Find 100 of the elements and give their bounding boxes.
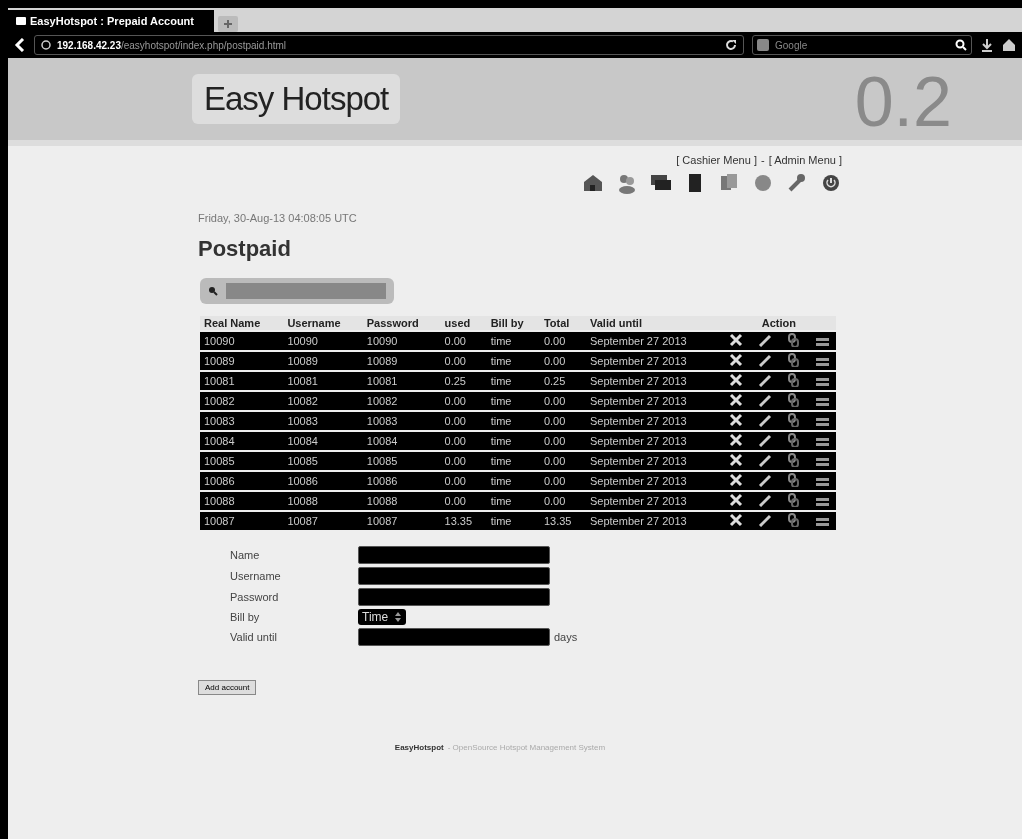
pencil-icon[interactable] [757, 413, 772, 427]
new-tab-icon[interactable] [218, 16, 238, 32]
delete-icon[interactable] [729, 353, 743, 367]
menu-link[interactable]: [ Cashier Menu ] [676, 154, 757, 166]
house-icon[interactable] [582, 172, 604, 194]
input-field[interactable] [358, 628, 550, 646]
chain-icon[interactable] [786, 513, 801, 527]
wrench-icon[interactable] [786, 172, 808, 194]
reload-icon[interactable] [725, 39, 737, 51]
chain-icon[interactable] [786, 353, 801, 367]
table-cell: 0.00 [539, 472, 586, 490]
chain-icon[interactable] [786, 413, 801, 427]
pencil-icon[interactable] [757, 473, 772, 487]
table-cell: 0.00 [539, 332, 586, 350]
table-cell: September 27 2013 [586, 352, 722, 370]
pencil-icon[interactable] [757, 433, 772, 447]
pencil-icon[interactable] [757, 333, 772, 347]
delete-icon[interactable] [729, 493, 743, 507]
delete-icon[interactable] [729, 453, 743, 467]
input-field[interactable] [358, 546, 550, 564]
menu-link[interactable]: [ Admin Menu ] [768, 154, 842, 166]
table-cell: September 27 2013 [586, 432, 722, 450]
search-engine-icon [757, 39, 769, 51]
table-cell: time [486, 452, 540, 470]
url-text: 192.168.42.23/easyhotspot/index.php/postpaid.html [57, 39, 287, 51]
search-icon [208, 286, 218, 296]
search-bar[interactable]: Google [752, 35, 972, 55]
table-cell: September 27 2013 [586, 392, 722, 410]
table-cell: 10089 [362, 352, 441, 370]
date-text: Friday, 30-Aug-13 04:08:05 UTC [198, 212, 358, 224]
input-field[interactable] [358, 588, 550, 606]
table-cell: time [486, 472, 540, 490]
delete-icon[interactable] [729, 413, 743, 427]
table-cell: 0.25 [440, 372, 487, 390]
power-icon[interactable] [820, 172, 842, 194]
table-cell: 10086 [283, 472, 363, 490]
column-header: Username [283, 316, 363, 330]
users-icon[interactable] [616, 172, 638, 194]
chain-icon[interactable] [786, 433, 801, 447]
chain-icon[interactable] [786, 473, 801, 487]
field-label: Valid until [230, 631, 278, 643]
delete-icon[interactable] [729, 333, 743, 347]
table-cell: 10085 [283, 452, 363, 470]
search-icon[interactable] [955, 39, 967, 51]
column-header: Password [362, 316, 441, 330]
site-logo[interactable]: Easy Hotspot [192, 74, 401, 124]
table-cell: 0.00 [539, 392, 586, 410]
chain-icon[interactable] [786, 453, 801, 467]
delete-icon[interactable] [729, 473, 743, 487]
table-cell: 0.00 [440, 472, 487, 490]
table-cell: September 27 2013 [586, 512, 722, 530]
table-cell: 10084 [200, 432, 284, 450]
pencil-icon[interactable] [757, 513, 772, 527]
table-cell: time [486, 512, 540, 530]
download-icon[interactable] [980, 38, 994, 52]
table-cell: 0.00 [539, 492, 586, 510]
separator-text: - [760, 154, 765, 166]
chain-icon[interactable] [786, 493, 801, 507]
browser-tab[interactable]: EasyHotspot : Prepaid Account [8, 10, 214, 32]
footer-brand: EasyHotspot [394, 743, 444, 752]
chain-icon[interactable] [786, 393, 801, 407]
input-field[interactable] [358, 567, 550, 585]
table-cell: time [486, 392, 540, 410]
home-icon[interactable] [1002, 38, 1016, 52]
bill-by-select[interactable]: Time [358, 609, 407, 625]
address-bar[interactable]: 192.168.42.23/easyhotspot/index.php/postpaid.html [34, 35, 744, 55]
footer-text: - OpenSource Hotspot Management System [447, 743, 606, 752]
table-cell: 10085 [200, 452, 284, 470]
column-header: Total [539, 316, 586, 330]
pencil-icon[interactable] [757, 493, 772, 507]
table-cell: 10082 [362, 392, 441, 410]
table-cell: 10082 [200, 392, 284, 410]
search-field[interactable]: Google [773, 38, 951, 52]
table-cell: 0.00 [440, 432, 487, 450]
chain-icon[interactable] [786, 373, 801, 387]
table-cell: 10087 [362, 512, 441, 530]
table-cell: 10089 [283, 352, 363, 370]
table-cell: 0.25 [539, 372, 586, 390]
pencil-icon[interactable] [757, 353, 772, 367]
delete-icon[interactable] [729, 373, 743, 387]
delete-icon[interactable] [729, 433, 743, 447]
table-cell: 10081 [362, 372, 441, 390]
chain-icon[interactable] [786, 333, 801, 347]
table-cell: 0.00 [440, 492, 487, 510]
table-cell: 13.35 [440, 512, 487, 530]
table-cell: 13.35 [539, 512, 586, 530]
table-cell: 10090 [362, 332, 441, 350]
field-label: Name [230, 549, 261, 561]
pencil-icon[interactable] [757, 393, 772, 407]
pencil-icon[interactable] [757, 453, 772, 467]
add-account-button[interactable]: Add account [198, 680, 257, 695]
delete-icon[interactable] [729, 393, 743, 407]
table-cell: 10082 [283, 392, 363, 410]
circle-icon[interactable] [752, 172, 774, 194]
back-icon[interactable] [14, 38, 26, 52]
table-cell: time [486, 332, 540, 350]
delete-icon[interactable] [729, 513, 743, 527]
pencil-icon[interactable] [757, 373, 772, 387]
table-cell: 0.00 [539, 452, 586, 470]
table-cell: time [486, 352, 540, 370]
